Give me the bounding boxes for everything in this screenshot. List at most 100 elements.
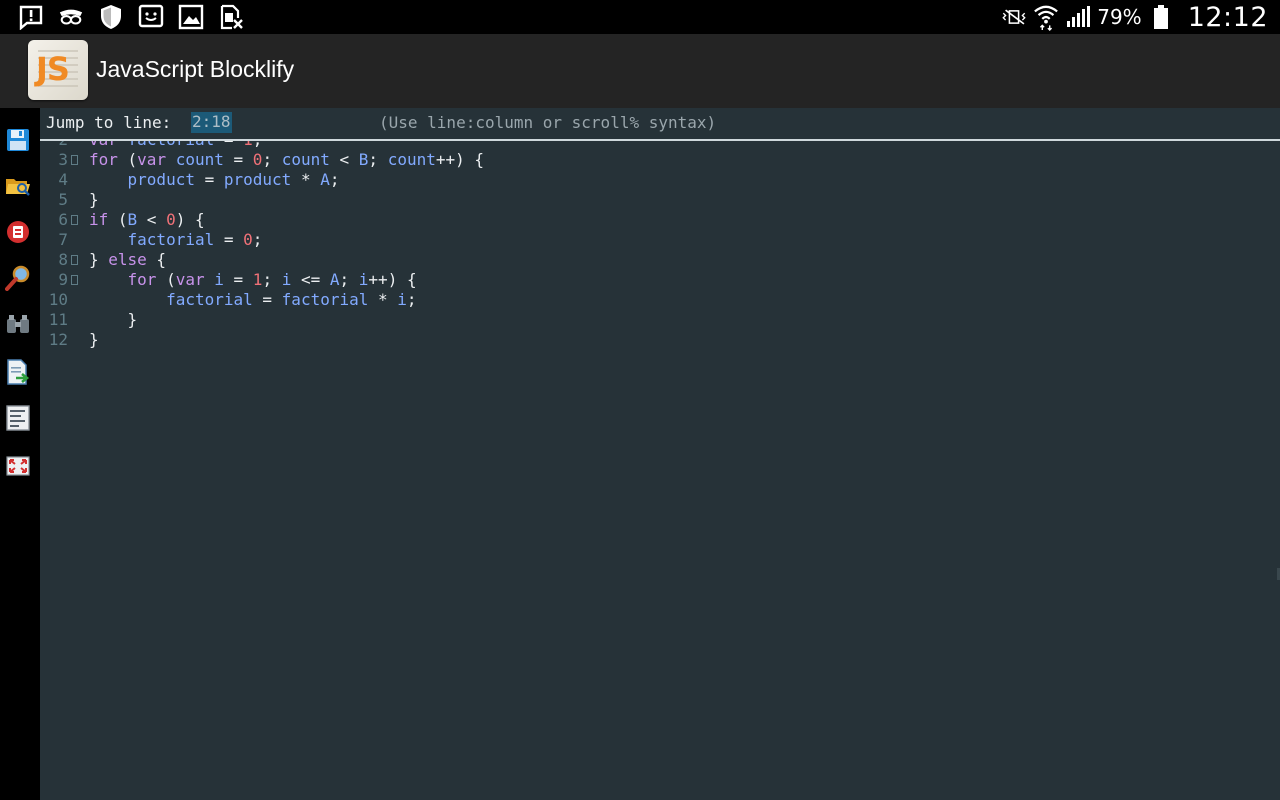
code-token: * <box>368 290 398 309</box>
code-token: B <box>358 150 369 169</box>
fold-marker-icon[interactable] <box>71 255 78 265</box>
code-token: ; <box>262 150 282 169</box>
binoculars-icon <box>7 315 29 333</box>
battery-percent: 79% <box>1097 5 1142 29</box>
logo-text: JS <box>36 50 70 88</box>
code-token: 1 <box>252 270 263 289</box>
code-token: for <box>127 270 157 289</box>
code-token: 0 <box>252 150 263 169</box>
incognito-icon <box>58 4 84 30</box>
fold-marker-icon[interactable] <box>71 155 78 165</box>
line-number: 10 <box>48 290 68 309</box>
fold-marker-icon[interactable] <box>71 275 78 285</box>
code-token: } <box>89 330 99 349</box>
code-line[interactable]: 3 for (var count = 0; count < B; count++)… <box>40 150 1280 170</box>
code-token: ; <box>406 290 417 309</box>
code-token: ; <box>368 150 388 169</box>
code-token: i <box>281 270 292 289</box>
line-number: 12 <box>48 330 68 349</box>
line-source: } <box>89 310 138 330</box>
code-token: count <box>281 150 330 169</box>
save-button[interactable] <box>4 126 32 154</box>
code-token: for <box>89 150 118 169</box>
format-button[interactable] <box>4 404 32 432</box>
notification-icons <box>18 4 244 30</box>
line-number: 9 <box>58 270 68 289</box>
code-token: i <box>397 290 407 309</box>
export-button[interactable] <box>4 358 32 386</box>
line-source: factorial = factorial * i; <box>89 290 417 310</box>
fullscreen-icon <box>6 456 30 476</box>
code-line[interactable]: 7 factorial = 0; <box>40 230 1280 250</box>
code-token: * <box>291 170 321 189</box>
save-icon <box>7 129 29 151</box>
code-token: ( <box>117 150 138 169</box>
image-icon <box>178 4 204 30</box>
code-token: ; <box>329 170 340 189</box>
line-source: } <box>89 190 99 210</box>
code-area[interactable]: 2var factorial = 1;3for (var count = 0; … <box>40 130 1280 350</box>
code-token: A <box>329 270 340 289</box>
status-bar: 79% 12:12 <box>0 0 1280 34</box>
fold-marker-icon[interactable] <box>71 215 78 225</box>
code-token: i <box>214 270 224 289</box>
line-number: 7 <box>58 230 68 249</box>
code-token: A <box>320 170 330 189</box>
line-number: 11 <box>48 310 68 329</box>
code-editor[interactable]: 2var factorial = 1;3for (var count = 0; … <box>40 108 1280 800</box>
jump-input[interactable]: 2:18 <box>191 112 232 133</box>
find-button[interactable] <box>4 310 32 338</box>
code-token: i <box>358 270 369 289</box>
app-logo[interactable]: JS <box>28 40 88 100</box>
search-button[interactable] <box>4 264 32 292</box>
app-title: JavaScript Blocklify <box>96 56 295 82</box>
signal-icon <box>1065 4 1091 30</box>
code-token: = <box>194 170 224 189</box>
code-token: { <box>146 250 167 269</box>
open-button[interactable] <box>4 172 32 200</box>
line-number: 4 <box>58 170 68 189</box>
code-token: < <box>329 150 359 169</box>
line-source: } <box>89 330 99 350</box>
fullscreen-button[interactable] <box>4 452 32 480</box>
code-line[interactable]: 12} <box>40 330 1280 350</box>
code-token: 0 <box>166 210 176 229</box>
code-line[interactable]: 4 product = product * A; <box>40 170 1280 190</box>
code-line[interactable]: 11 } <box>40 310 1280 330</box>
code-token: = <box>223 270 253 289</box>
code-token: ++) { <box>435 150 485 169</box>
revert-button[interactable] <box>4 218 32 246</box>
shield-icon <box>98 4 124 30</box>
jump-to-line-dialog: Jump to line: 2:18 (Use line:column or s… <box>40 108 1280 141</box>
code-token: ; <box>252 230 263 249</box>
line-number: 5 <box>58 190 68 209</box>
code-line[interactable]: 6 if (B < 0) { <box>40 210 1280 230</box>
line-number: 3 <box>58 150 68 169</box>
editor-toolbar <box>0 108 40 800</box>
code-token: ) { <box>175 210 205 229</box>
code-token: B <box>127 210 138 229</box>
code-line[interactable]: 10 factorial = factorial * i; <box>40 290 1280 310</box>
line-source: } else { <box>89 250 166 270</box>
code-token: ; <box>262 270 282 289</box>
line-source: if (B < 0) { <box>89 210 205 230</box>
code-line[interactable]: 9 for (var i = 1; i <= A; i++) { <box>40 270 1280 290</box>
code-token: = <box>252 290 282 309</box>
code-token: var <box>175 270 205 289</box>
jump-label: Jump to line: <box>46 113 172 132</box>
code-token: if <box>89 210 109 229</box>
alert-icon <box>18 4 44 30</box>
format-icon <box>6 405 30 431</box>
code-line[interactable]: 5} <box>40 190 1280 210</box>
revert-icon <box>7 221 29 243</box>
clock: 12:12 <box>1187 1 1268 33</box>
code-token: = <box>223 150 253 169</box>
code-line[interactable]: 8} else { <box>40 250 1280 270</box>
code-token: ( <box>156 270 176 289</box>
wifi-icon <box>1033 4 1059 31</box>
code-token: else <box>108 250 147 269</box>
code-token: ++) { <box>368 270 417 289</box>
